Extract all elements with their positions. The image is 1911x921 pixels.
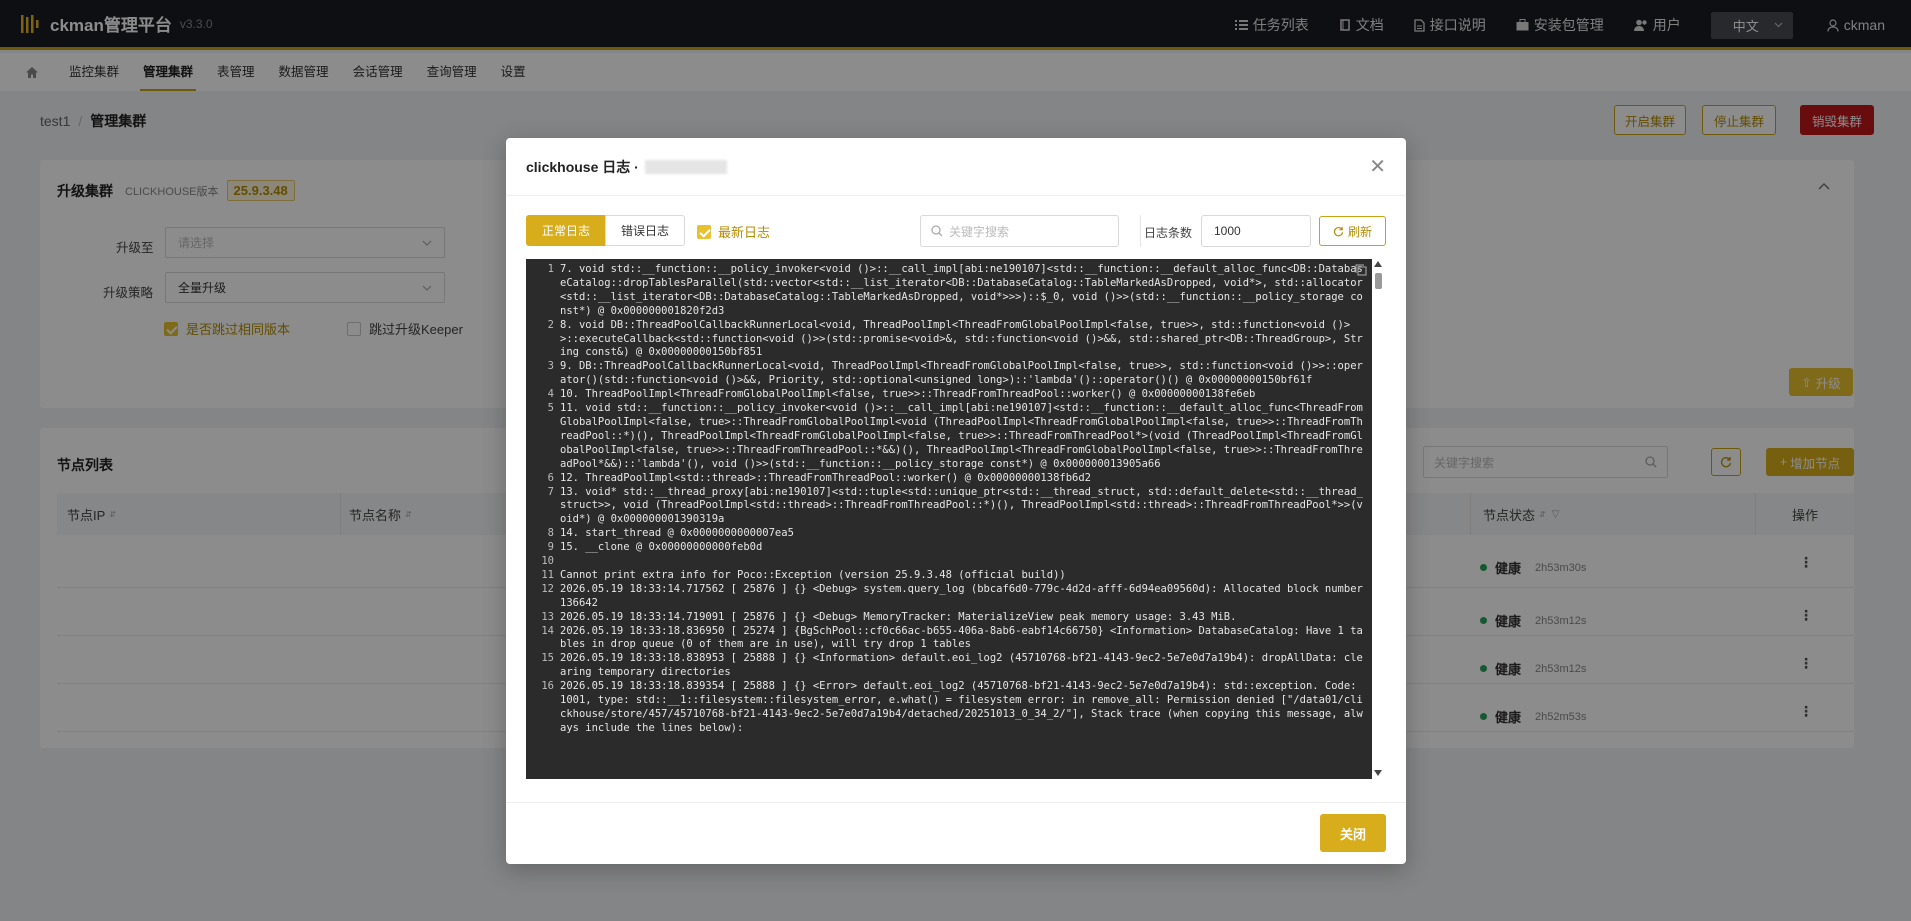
log-modal: clickhouse 日志 · ✕ 正常日志 错误日志 最新日志 关键字搜索 日… [506, 138, 1406, 864]
log-count-input[interactable]: 1000 [1201, 215, 1311, 247]
log-text: 2026.05.19 18:33:14.719091 [ 25876 ] {} … [560, 610, 1237, 623]
latest-log-label: 最新日志 [718, 225, 771, 240]
log-text: 15. __clone @ 0x00000000000feb0d [560, 541, 763, 554]
line-number: 15 [541, 652, 554, 665]
log-line: 9 15. __clone @ 0x00000000000feb0d [526, 541, 1372, 555]
line-number: 7 [547, 485, 554, 498]
log-scrollbar[interactable] [1372, 259, 1385, 779]
log-text: 10. ThreadPoolImpl<ThreadFromGlobalPoolI… [560, 388, 1256, 401]
scroll-up-arrow[interactable] [1374, 261, 1382, 267]
log-text: 8. void DB::ThreadPoolCallbackRunnerLoca… [560, 318, 1363, 359]
log-text: Cannot print extra info for Poco::Except… [560, 568, 1066, 581]
log-line: 5 11. void std::__function::__policy_invo… [526, 402, 1372, 472]
log-viewer[interactable]: 1 7. void std::__function::__policy_invok… [526, 259, 1372, 779]
log-line: 2 8. void DB::ThreadPoolCallbackRunnerLoc… [526, 319, 1372, 361]
close-button[interactable]: 关闭 [1320, 814, 1386, 852]
copy-icon[interactable] [1355, 264, 1367, 276]
refresh-icon [1333, 226, 1344, 236]
log-line: 16 2026.05.19 18:33:18.839354 [ 25888 ] {… [526, 680, 1372, 736]
line-number: 11 [541, 568, 554, 581]
log-refresh-button[interactable]: 刷新 [1319, 216, 1386, 246]
checkbox-checked-icon [697, 224, 711, 239]
log-text: 2026.05.19 18:33:18.839354 [ 25888 ] {} … [560, 680, 1363, 734]
log-line: 4 10. ThreadPoolImpl<ThreadFromGlobalPool… [526, 388, 1372, 402]
modal-header: clickhouse 日志 · [506, 138, 1406, 196]
log-line: 1 7. void std::__function::__policy_invok… [526, 263, 1372, 319]
line-number: 8 [547, 527, 554, 540]
line-number: 13 [541, 610, 554, 623]
log-text: 11. void std::__function::__policy_invok… [560, 402, 1363, 470]
log-refresh-label: 刷新 [1347, 224, 1372, 239]
line-number: 3 [547, 360, 554, 373]
log-line: 8 14. start_thread @ 0x0000000000007ea5 [526, 527, 1372, 541]
log-line: 11 Cannot print extra info for Poco::Exce… [526, 569, 1372, 583]
modal-title: clickhouse 日志 · [526, 158, 639, 175]
log-count-label: 日志条数 [1144, 226, 1193, 240]
log-line: 6 12. ThreadPoolImpl<std::thread>::Thread… [526, 472, 1372, 486]
log-line: 14 2026.05.19 18:33:18.836950 [ 25274 ] {… [526, 625, 1372, 653]
modal-footer: 关闭 [506, 802, 1406, 864]
log-text: 9. DB::ThreadPoolCallbackRunnerLocal<voi… [560, 360, 1363, 387]
log-line: 7 13. void* std::__thread_proxy[abi:ne190… [526, 486, 1372, 528]
search-icon [931, 225, 943, 237]
latest-log-checkbox[interactable]: 最新日志 [697, 222, 770, 241]
log-line: 12 2026.05.19 18:33:14.717562 [ 25876 ] {… [526, 583, 1372, 611]
log-line: 13 2026.05.19 18:33:14.719091 [ 25876 ] {… [526, 611, 1372, 625]
redacted-host [644, 159, 727, 174]
log-line: 3 9. DB::ThreadPoolCallbackRunnerLocal<vo… [526, 360, 1372, 388]
line-number: 12 [541, 582, 554, 595]
log-text: 2026.05.19 18:33:18.838953 [ 25888 ] {} … [560, 652, 1363, 679]
line-number: 5 [547, 402, 554, 415]
log-text: 13. void* std::__thread_proxy[abi:ne1901… [560, 485, 1363, 526]
log-line: 10 [526, 555, 1372, 569]
line-number: 4 [547, 388, 554, 401]
log-text: 14. start_thread @ 0x0000000000007ea5 [560, 527, 794, 540]
tab-error-log[interactable]: 错误日志 [605, 215, 685, 246]
log-search-input[interactable]: 关键字搜索 [920, 215, 1119, 247]
log-line: 15 2026.05.19 18:33:18.838953 [ 25888 ] {… [526, 652, 1372, 680]
log-search-placeholder: 关键字搜索 [949, 224, 1010, 239]
scroll-down-arrow[interactable] [1374, 770, 1382, 776]
line-number: 9 [547, 541, 554, 554]
tab-normal-log[interactable]: 正常日志 [526, 215, 606, 246]
scroll-thumb[interactable] [1375, 273, 1382, 289]
log-text: 2026.05.19 18:33:14.717562 [ 25876 ] {} … [560, 582, 1370, 609]
line-number: 6 [547, 471, 554, 484]
line-number: 2 [547, 318, 554, 331]
line-number: 10 [541, 555, 554, 568]
log-text: 2026.05.19 18:33:18.836950 [ 25274 ] {Bg… [560, 624, 1363, 651]
log-text: 7. void std::__function::__policy_invoke… [560, 263, 1363, 317]
log-text: 12. ThreadPoolImpl<std::thread>::ThreadF… [560, 471, 1092, 484]
close-icon[interactable]: ✕ [1369, 154, 1386, 179]
line-number: 1 [547, 263, 554, 275]
line-number: 14 [541, 624, 554, 637]
line-number: 16 [541, 680, 554, 693]
